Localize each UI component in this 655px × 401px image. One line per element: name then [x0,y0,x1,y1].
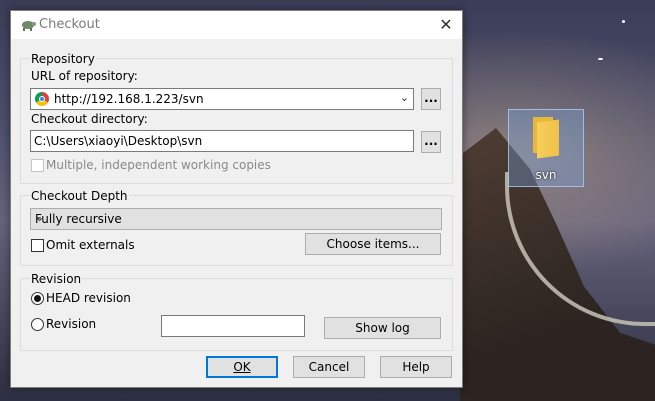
head-revision-radio[interactable] [31,292,44,305]
checkout-dialog: Checkout ✕ Repository URL of repository:… [10,10,463,388]
ok-button[interactable]: OK [206,356,278,378]
checkout-directory-value: C:\Users\xiaoyi\Desktop\svn [34,134,203,148]
chevron-down-icon[interactable]: ⌄ [400,91,409,104]
tortoise-icon [22,21,36,31]
star [622,20,625,23]
ok-button-label: OK [233,360,251,374]
checkout-depth-group-label: Checkout Depth [30,189,129,203]
multiple-working-copies-label: Multiple, independent working copies [46,158,271,172]
help-button[interactable]: Help [380,356,452,378]
cancel-button[interactable]: Cancel [293,356,365,378]
checkout-directory-label: Checkout directory: [31,112,148,126]
omit-externals-checkbox[interactable] [31,239,44,252]
checkout-depth-group [20,195,453,266]
star [598,58,603,60]
head-revision-label: HEAD revision [46,291,131,305]
checkout-directory-input[interactable]: C:\Users\xiaoyi\Desktop\svn [30,130,414,152]
multiple-working-copies-checkbox[interactable] [31,159,44,172]
chrome-icon [35,92,49,106]
title-bar[interactable]: Checkout ✕ [11,11,462,39]
browse-url-button[interactable]: ... [421,88,441,110]
checkout-depth-select[interactable]: Fully recursive ⌄ [30,208,442,230]
revision-label: Revision [46,317,97,331]
url-label: URL of repository: [31,69,138,83]
close-icon[interactable]: ✕ [430,11,462,39]
revision-group-label: Revision [30,272,83,286]
show-log-button[interactable]: Show log [324,317,441,339]
omit-externals-label: Omit externals [46,238,135,252]
chevron-down-icon: ⌄ [35,211,45,224]
url-value: http://192.168.1.223/svn [54,92,204,106]
repository-group-label: Repository [30,52,96,66]
browse-directory-button[interactable]: ... [421,131,441,153]
desktop-folder-label: svn [535,168,557,182]
folder-icon [529,117,561,159]
desktop-folder-svn[interactable]: svn [508,109,584,187]
url-combobox[interactable]: http://192.168.1.223/svn ⌄ [30,88,414,110]
revision-radio[interactable] [31,318,44,331]
choose-items-button[interactable]: Choose items... [305,233,441,255]
revision-input[interactable] [161,315,305,337]
window-title: Checkout [39,17,100,32]
